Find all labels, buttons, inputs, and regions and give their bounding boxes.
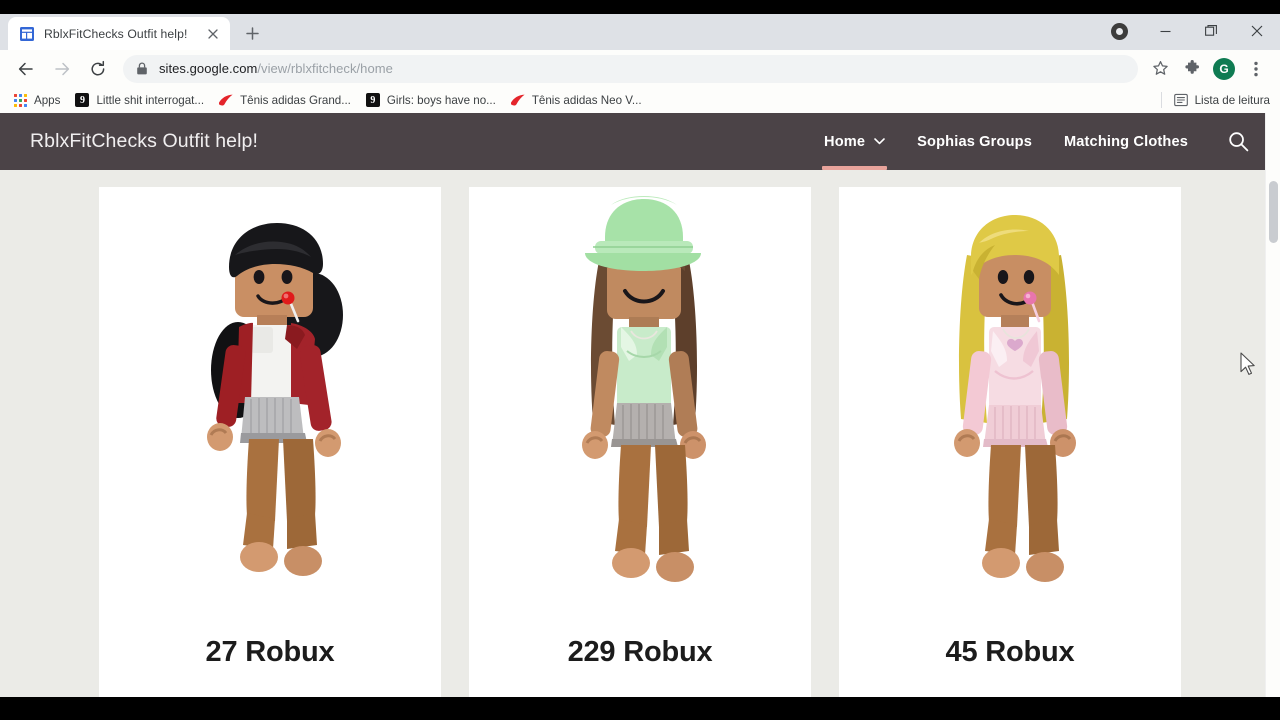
new-tab-button[interactable]	[238, 19, 266, 47]
minimize-window-button[interactable]	[1142, 14, 1188, 48]
bookmark-label: Tênis adidas Grand...	[240, 93, 351, 107]
page-viewport: RblxFitChecks Outfit help! Home Sophias …	[0, 113, 1280, 697]
nav-item-label: Matching Clothes	[1063, 133, 1188, 150]
profile-indicator-icon[interactable]	[1096, 14, 1142, 48]
bookmark-label: Tênis adidas Neo V...	[531, 93, 642, 107]
bookmark-item[interactable]: Tênis adidas Neo V...	[507, 90, 650, 110]
red-swoosh-icon	[510, 92, 526, 108]
nav-item-sophias-groups[interactable]: Sophias Groups	[901, 113, 1048, 170]
scrollbar-thumb[interactable]	[1269, 181, 1278, 243]
url-path: /view/rblxfitcheck/home	[257, 61, 393, 76]
browser-tab[interactable]: RblxFitChecks Outfit help!	[8, 17, 230, 50]
browser-toolbar: sites.google.com/view/rblxfitcheck/home …	[0, 50, 1280, 87]
bookmark-star-icon[interactable]	[1146, 55, 1174, 83]
bookmark-item[interactable]: Tênis adidas Grand...	[215, 90, 359, 110]
reading-list-icon	[1173, 92, 1189, 108]
screen-root: RblxFitChecks Outfit help! sites.google.…	[0, 0, 1280, 720]
bookmarks-divider	[1160, 92, 1162, 108]
forward-button[interactable]	[47, 54, 77, 84]
window-controls	[1096, 14, 1280, 48]
nine-gag-icon: 9	[365, 92, 381, 108]
reading-list-label: Lista de leitura	[1194, 93, 1270, 107]
search-icon[interactable]	[1218, 122, 1258, 162]
outfit-price: 27 Robux	[205, 636, 335, 668]
bookmark-label: Little shit interrogat...	[96, 93, 205, 107]
nav-item-label: Home	[824, 133, 866, 150]
roblox-avatar-black-hair-red-jacket	[99, 187, 441, 636]
nav-item-home[interactable]: Home	[808, 113, 901, 170]
reload-button[interactable]	[83, 54, 113, 84]
tab-title: RblxFitChecks Outfit help!	[44, 26, 188, 41]
bookmark-item[interactable]: 9 Girls: boys have no...	[362, 90, 504, 110]
nav-item-matching-clothes[interactable]: Matching Clothes	[1048, 113, 1204, 170]
bookmark-label: Apps	[34, 93, 61, 107]
address-bar[interactable]: sites.google.com/view/rblxfitcheck/home	[123, 54, 1138, 83]
back-button[interactable]	[11, 54, 41, 84]
browser-window: RblxFitChecks Outfit help! sites.google.…	[0, 14, 1280, 697]
reading-list-button[interactable]: Lista de leitura	[1160, 92, 1270, 108]
roblox-avatar-mint-bucket-hat	[469, 187, 811, 636]
letterbox-bottom-bar	[0, 697, 1280, 720]
outfit-price: 45 Robux	[945, 636, 1075, 668]
profile-avatar[interactable]: G	[1210, 55, 1238, 83]
url-domain: sites.google.com	[159, 61, 258, 76]
nav-item-label: Sophias Groups	[917, 133, 1032, 150]
nine-gag-icon: 9	[74, 92, 90, 108]
site-navigation: Home Sophias Groups Matching Clothes	[808, 113, 1258, 170]
page-scrollbar[interactable]	[1265, 113, 1280, 697]
close-tab-icon[interactable]	[204, 25, 222, 43]
site-header: RblxFitChecks Outfit help! Home Sophias …	[0, 113, 1280, 170]
close-window-button[interactable]	[1234, 14, 1280, 48]
google-sites-icon	[19, 26, 35, 42]
outfit-card[interactable]: 45 Robux	[839, 187, 1181, 697]
lock-icon	[136, 62, 148, 75]
roblox-avatar-blonde-pink-top	[839, 187, 1181, 636]
extensions-puzzle-icon[interactable]	[1178, 55, 1206, 83]
chevron-down-icon	[874, 138, 885, 145]
outfit-card[interactable]: 229 Robux	[469, 187, 811, 697]
bookmark-label: Girls: boys have no...	[386, 93, 496, 107]
apps-grid-icon	[12, 92, 28, 108]
profile-avatar-letter: G	[1213, 57, 1235, 80]
bookmark-apps[interactable]: Apps	[9, 90, 68, 110]
site-title: RblxFitChecks Outfit help!	[30, 130, 259, 152]
chrome-menu-icon[interactable]	[1242, 55, 1270, 83]
outfit-price: 229 Robux	[567, 636, 713, 668]
outfit-card-row: 27 Robux 229 Robux 45 Robux	[0, 170, 1280, 697]
bookmark-item[interactable]: 9 Little shit interrogat...	[71, 90, 212, 110]
outfit-card[interactable]: 27 Robux	[99, 187, 441, 697]
tab-strip: RblxFitChecks Outfit help!	[0, 14, 1280, 50]
letterbox-top-bar	[0, 0, 1280, 14]
red-swoosh-icon	[218, 92, 234, 108]
maximize-window-button[interactable]	[1188, 14, 1234, 48]
bookmarks-bar: Apps 9 Little shit interrogat... Tênis a…	[0, 87, 1280, 113]
address-bar-url: sites.google.com/view/rblxfitcheck/home	[159, 61, 393, 76]
